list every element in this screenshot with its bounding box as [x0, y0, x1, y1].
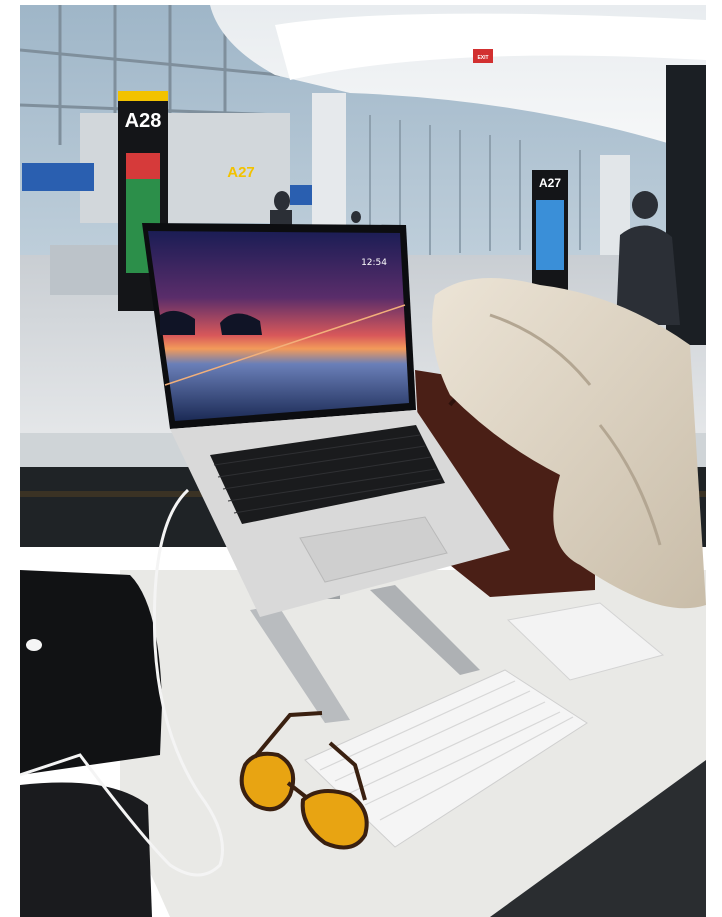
black-bag [20, 570, 162, 775]
black-backpack [20, 782, 152, 917]
gate-label-a28: A28 [125, 110, 162, 132]
column-left [312, 93, 346, 228]
gate-label-a27: A27 [539, 176, 561, 190]
screen-clock: 12:54 [361, 258, 387, 268]
earbud [26, 639, 42, 651]
airport-laptop-photo: A28 A27 A27 EXIT 12:54 [20, 5, 706, 917]
photo-frame: A28 A27 A27 EXIT 12:54 [0, 0, 722, 917]
gate-counter-wall [80, 113, 290, 223]
gate-label-a27-wall: A27 [227, 164, 255, 181]
small-screen [290, 185, 312, 205]
gate-sign-a27: A27 [532, 170, 568, 290]
info-screen [22, 163, 94, 191]
exit-sign-label: EXIT [477, 55, 488, 61]
